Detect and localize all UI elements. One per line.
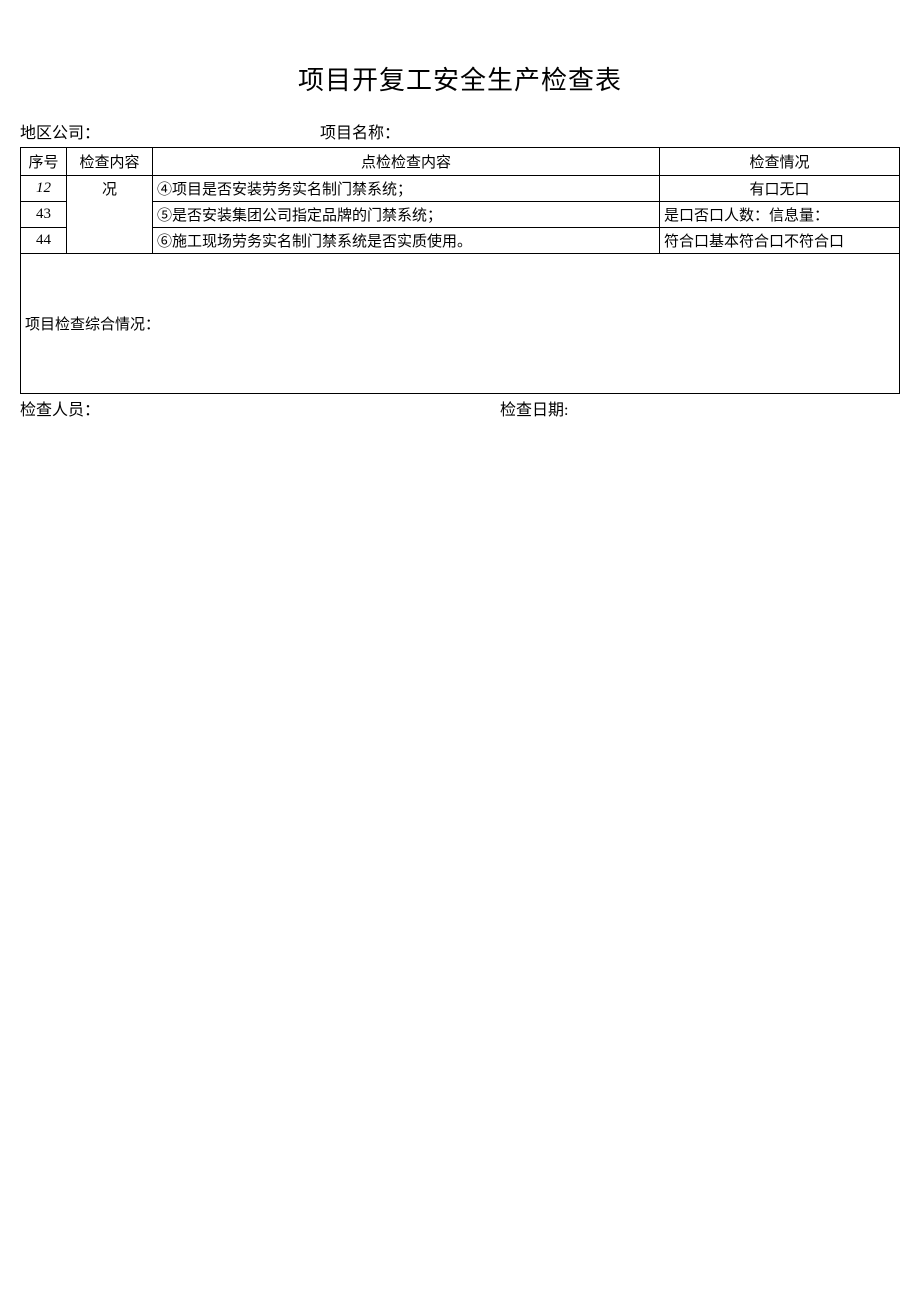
header-item: 点检检查内容 xyxy=(153,148,660,176)
summary-row: 项目检查综合情况： xyxy=(21,254,900,394)
table-row: 12 况 ④项目是否安装劳务实名制门禁系统； 有口无口 xyxy=(21,176,900,202)
cell-item: ④项目是否安装劳务实名制门禁系统； xyxy=(153,176,660,202)
cell-status: 是口否口人数：信息量： xyxy=(660,202,900,228)
cell-seq: 12 xyxy=(21,176,67,202)
cell-category: 况 xyxy=(67,176,153,254)
cell-seq: 43 xyxy=(21,202,67,228)
header-seq: 序号 xyxy=(21,148,67,176)
inspection-date-label: 检查日期: xyxy=(500,396,900,420)
cell-item: ⑥施工现场劳务实名制门禁系统是否实质使用。 xyxy=(153,228,660,254)
meta-row: 地区公司： 项目名称： xyxy=(20,119,900,143)
summary-cell: 项目检查综合情况： xyxy=(21,254,900,394)
table-header-row: 序号 检查内容 点检检查内容 检查情况 xyxy=(21,148,900,176)
page-title: 项目开复工安全生产检查表 xyxy=(20,60,900,97)
inspector-label: 检查人员： xyxy=(20,396,500,420)
cell-status: 有口无口 xyxy=(660,176,900,202)
header-status: 检查情况 xyxy=(660,148,900,176)
inspection-table: 序号 检查内容 点检检查内容 检查情况 12 况 ④项目是否安装劳务实名制门禁系… xyxy=(20,147,900,394)
cell-seq: 44 xyxy=(21,228,67,254)
region-company-label: 地区公司： xyxy=(20,119,320,143)
table-row: 43 ⑤是否安装集团公司指定品牌的门禁系统； 是口否口人数：信息量： xyxy=(21,202,900,228)
project-name-label: 项目名称： xyxy=(320,119,900,143)
table-row: 44 ⑥施工现场劳务实名制门禁系统是否实质使用。 符合口基本符合口不符合口 xyxy=(21,228,900,254)
header-category: 检查内容 xyxy=(67,148,153,176)
cell-status: 符合口基本符合口不符合口 xyxy=(660,228,900,254)
cell-item: ⑤是否安装集团公司指定品牌的门禁系统； xyxy=(153,202,660,228)
page: 项目开复工安全生产检查表 地区公司： 项目名称： 序号 检查内容 点检检查内容 … xyxy=(0,0,920,420)
footer-row: 检查人员： 检查日期: xyxy=(20,396,900,420)
